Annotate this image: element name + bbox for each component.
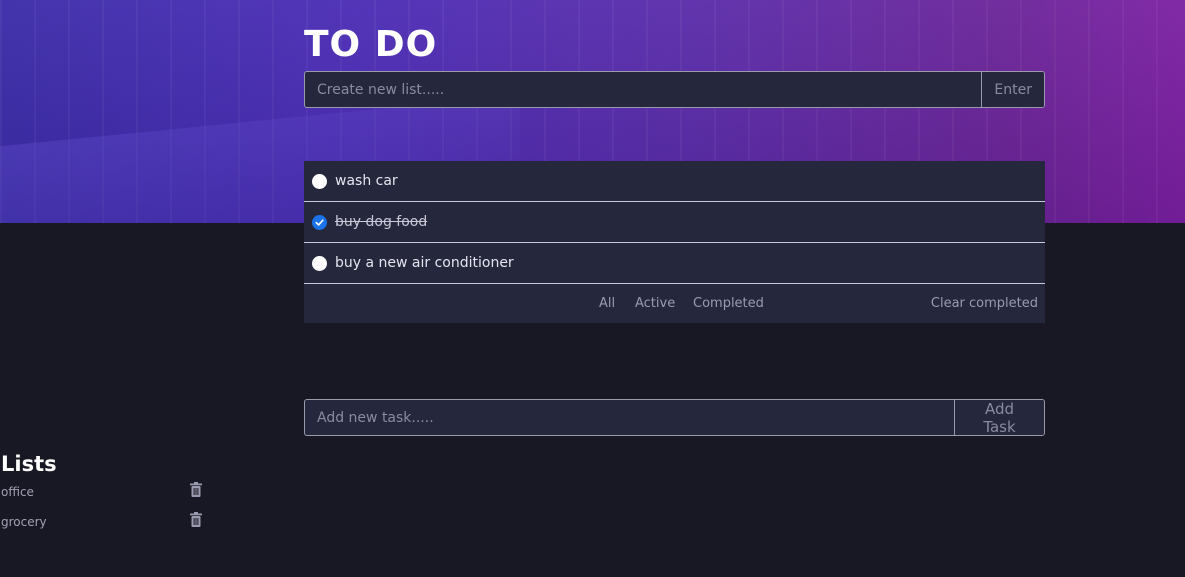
new-list-form: Enter xyxy=(304,71,1045,108)
todo-panel: wash car buy dog food buy a new air cond… xyxy=(304,161,1045,323)
new-task-form: Add Task xyxy=(304,399,1045,436)
clear-completed-button[interactable]: Clear completed xyxy=(931,296,1038,311)
filter-completed[interactable]: Completed xyxy=(693,296,764,311)
list-item[interactable]: grocery xyxy=(0,512,210,532)
filter-bar: All Active Completed Clear completed xyxy=(304,284,1045,323)
todo-item[interactable]: buy dog food xyxy=(304,202,1045,243)
todo-text: wash car xyxy=(335,173,398,189)
enter-button[interactable]: Enter xyxy=(981,72,1044,107)
filter-all[interactable]: All xyxy=(599,296,615,311)
add-task-button[interactable]: Add Task xyxy=(954,400,1044,435)
list-item-name: office xyxy=(1,485,34,499)
filter-active[interactable]: Active xyxy=(635,296,675,311)
new-task-input[interactable] xyxy=(305,400,954,435)
todo-text: buy a new air conditioner xyxy=(335,255,514,271)
trash-icon[interactable] xyxy=(190,512,202,527)
checkbox-unchecked-icon[interactable] xyxy=(312,255,327,271)
todo-item[interactable]: wash car xyxy=(304,161,1045,202)
checkbox-unchecked-icon[interactable] xyxy=(312,173,327,189)
todo-text: buy dog food xyxy=(335,214,428,230)
list-item-name: grocery xyxy=(1,515,47,529)
new-list-input[interactable] xyxy=(305,72,982,107)
lists-heading: Lists xyxy=(1,452,57,476)
list-item[interactable]: office xyxy=(0,482,210,502)
checkbox-checked-icon[interactable] xyxy=(312,214,327,230)
todo-item[interactable]: buy a new air conditioner xyxy=(304,243,1045,284)
trash-icon[interactable] xyxy=(190,482,202,497)
page-title: TO DO xyxy=(304,24,438,65)
